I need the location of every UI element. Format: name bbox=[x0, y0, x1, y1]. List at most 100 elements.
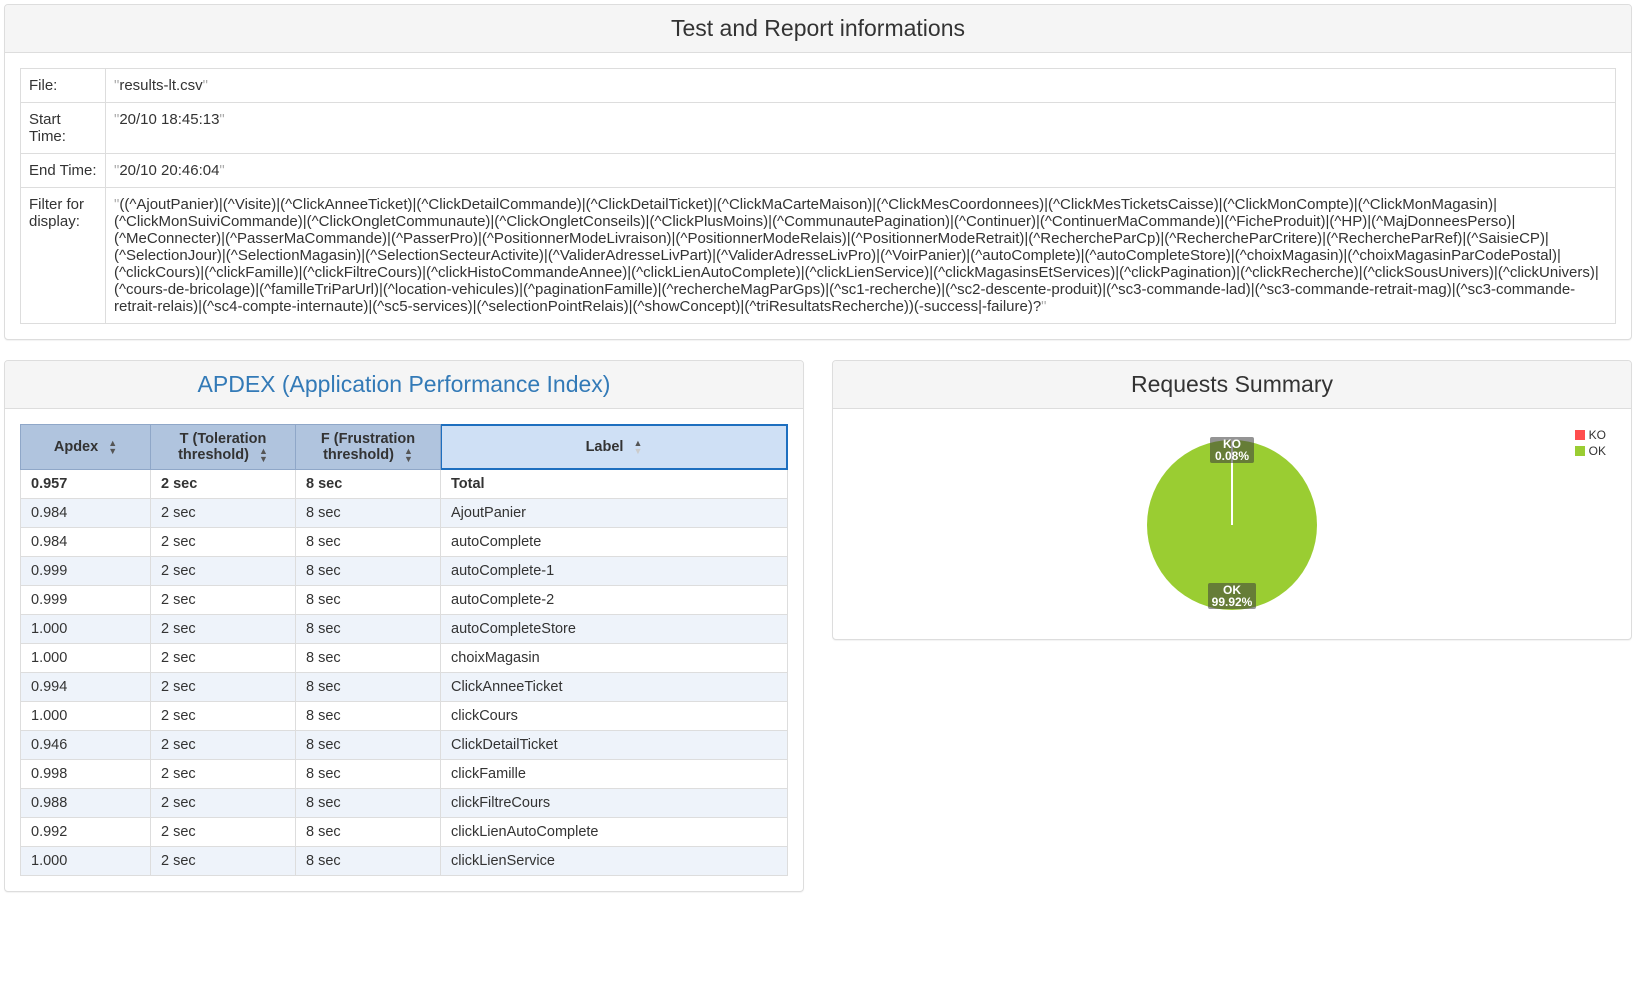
legend-item-ko: KO bbox=[1575, 428, 1606, 442]
cell-label: clickFamille bbox=[441, 760, 788, 789]
cell-f: 8 sec bbox=[296, 470, 441, 499]
cell-f: 8 sec bbox=[296, 615, 441, 644]
info-row-value: 20/10 20:46:04 bbox=[106, 154, 1616, 188]
cell-label: autoComplete-2 bbox=[441, 586, 788, 615]
apdex-col-header-label-label: Label bbox=[586, 439, 624, 455]
info-row: Filter for display:((^AjoutPanier)|(^Vis… bbox=[21, 188, 1616, 324]
cell-label: clickFiltreCours bbox=[441, 789, 788, 818]
info-panel: Test and Report informations File:result… bbox=[4, 4, 1632, 340]
apdex-table-body: 0.9572 sec8 secTotal0.9842 sec8 secAjout… bbox=[21, 470, 788, 876]
cell-t: 2 sec bbox=[151, 615, 296, 644]
table-row: 1.0002 sec8 secclickCours bbox=[21, 702, 788, 731]
info-row-label: File: bbox=[21, 69, 106, 103]
cell-apdex: 1.000 bbox=[21, 847, 151, 876]
pie-label-ok-pct: 99.92% bbox=[1212, 595, 1253, 609]
apdex-panel: APDEX (Application Performance Index) Ap… bbox=[4, 360, 804, 892]
info-row: File:results-lt.csv bbox=[21, 69, 1616, 103]
cell-label: clickLienAutoComplete bbox=[441, 818, 788, 847]
apdex-col-header-f[interactable]: F (Frustration threshold) ▲▼ bbox=[296, 425, 441, 470]
cell-label: ClickAnneeTicket bbox=[441, 673, 788, 702]
cell-f: 8 sec bbox=[296, 789, 441, 818]
info-row: Start Time:20/10 18:45:13 bbox=[21, 103, 1616, 154]
cell-t: 2 sec bbox=[151, 528, 296, 557]
requests-summary-chart: KO OK bbox=[848, 424, 1616, 624]
info-table: File:results-lt.csvStart Time:20/10 18:4… bbox=[20, 68, 1616, 324]
cell-t: 2 sec bbox=[151, 673, 296, 702]
table-row: 1.0002 sec8 secclickLienService bbox=[21, 847, 788, 876]
table-row: 0.9942 sec8 secClickAnneeTicket bbox=[21, 673, 788, 702]
info-row-value: ((^AjoutPanier)|(^Visite)|(^ClickAnneeTi… bbox=[106, 188, 1616, 324]
pie-label-ko-pct: 0.08% bbox=[1215, 449, 1249, 463]
apdex-col-header-apdex[interactable]: Apdex ▲▼ bbox=[21, 425, 151, 470]
summary-panel-title: Requests Summary bbox=[848, 371, 1616, 398]
info-row: End Time:20/10 20:46:04 bbox=[21, 154, 1616, 188]
cell-apdex: 1.000 bbox=[21, 702, 151, 731]
table-row: 0.9842 sec8 secAjoutPanier bbox=[21, 499, 788, 528]
cell-apdex: 0.999 bbox=[21, 557, 151, 586]
cell-t: 2 sec bbox=[151, 702, 296, 731]
cell-label: clickLienService bbox=[441, 847, 788, 876]
summary-panel-heading: Requests Summary bbox=[833, 361, 1631, 409]
cell-label: autoCompleteStore bbox=[441, 615, 788, 644]
cell-apdex: 0.988 bbox=[21, 789, 151, 818]
legend-swatch-ok bbox=[1575, 446, 1585, 456]
apdex-col-header-t-label: T (Toleration threshold) bbox=[178, 431, 266, 463]
apdex-col-header-apdex-label: Apdex bbox=[54, 439, 98, 455]
cell-apdex: 1.000 bbox=[21, 615, 151, 644]
info-table-body: File:results-lt.csvStart Time:20/10 18:4… bbox=[21, 69, 1616, 324]
chart-legend: KO OK bbox=[1575, 428, 1606, 460]
cell-t: 2 sec bbox=[151, 847, 296, 876]
info-row-label: Filter for display: bbox=[21, 188, 106, 324]
cell-label: autoComplete-1 bbox=[441, 557, 788, 586]
apdex-table: Apdex ▲▼ T (Toleration threshold) ▲▼ F (… bbox=[20, 424, 788, 876]
cell-label: choixMagasin bbox=[441, 644, 788, 673]
apdex-panel-heading: APDEX (Application Performance Index) bbox=[5, 361, 803, 409]
cell-apdex: 1.000 bbox=[21, 644, 151, 673]
table-row: 0.9982 sec8 secclickFamille bbox=[21, 760, 788, 789]
cell-label: clickCours bbox=[441, 702, 788, 731]
apdex-col-header-t[interactable]: T (Toleration threshold) ▲▼ bbox=[151, 425, 296, 470]
cell-f: 8 sec bbox=[296, 586, 441, 615]
legend-swatch-ko bbox=[1575, 430, 1585, 440]
info-panel-title: Test and Report informations bbox=[20, 15, 1616, 42]
table-row: 0.9572 sec8 secTotal bbox=[21, 470, 788, 499]
sort-icon: ▲▼ bbox=[404, 447, 413, 463]
cell-label: AjoutPanier bbox=[441, 499, 788, 528]
cell-apdex: 0.994 bbox=[21, 673, 151, 702]
cell-apdex: 0.999 bbox=[21, 586, 151, 615]
cell-label: ClickDetailTicket bbox=[441, 731, 788, 760]
info-panel-heading: Test and Report informations bbox=[5, 5, 1631, 53]
table-row: 0.9992 sec8 secautoComplete-1 bbox=[21, 557, 788, 586]
info-row-label: End Time: bbox=[21, 154, 106, 188]
cell-f: 8 sec bbox=[296, 731, 441, 760]
cell-apdex: 0.957 bbox=[21, 470, 151, 499]
info-row-value: 20/10 18:45:13 bbox=[106, 103, 1616, 154]
table-row: 0.9842 sec8 secautoComplete bbox=[21, 528, 788, 557]
legend-label-ko: KO bbox=[1589, 428, 1606, 442]
cell-t: 2 sec bbox=[151, 470, 296, 499]
cell-t: 2 sec bbox=[151, 586, 296, 615]
cell-t: 2 sec bbox=[151, 499, 296, 528]
legend-item-ok: OK bbox=[1575, 444, 1606, 458]
table-row: 1.0002 sec8 secautoCompleteStore bbox=[21, 615, 788, 644]
cell-f: 8 sec bbox=[296, 557, 441, 586]
sort-icon: ▲▼ bbox=[108, 439, 117, 455]
table-row: 0.9922 sec8 secclickLienAutoComplete bbox=[21, 818, 788, 847]
cell-apdex: 0.984 bbox=[21, 528, 151, 557]
apdex-col-header-f-label: F (Frustration threshold) bbox=[321, 431, 415, 463]
cell-t: 2 sec bbox=[151, 789, 296, 818]
sort-asc-icon: ▲▼ bbox=[633, 439, 642, 455]
cell-f: 8 sec bbox=[296, 760, 441, 789]
table-row: 1.0002 sec8 secchoixMagasin bbox=[21, 644, 788, 673]
apdex-col-header-label[interactable]: Label ▲▼ bbox=[441, 425, 788, 470]
cell-t: 2 sec bbox=[151, 644, 296, 673]
cell-apdex: 0.992 bbox=[21, 818, 151, 847]
cell-apdex: 0.946 bbox=[21, 731, 151, 760]
table-row: 0.9992 sec8 secautoComplete-2 bbox=[21, 586, 788, 615]
apdex-panel-title[interactable]: APDEX (Application Performance Index) bbox=[20, 371, 788, 398]
cell-t: 2 sec bbox=[151, 557, 296, 586]
pie-svg: KO 0.08% OK 99.92% bbox=[1137, 430, 1327, 620]
info-row-label: Start Time: bbox=[21, 103, 106, 154]
cell-f: 8 sec bbox=[296, 818, 441, 847]
cell-label: autoComplete bbox=[441, 528, 788, 557]
